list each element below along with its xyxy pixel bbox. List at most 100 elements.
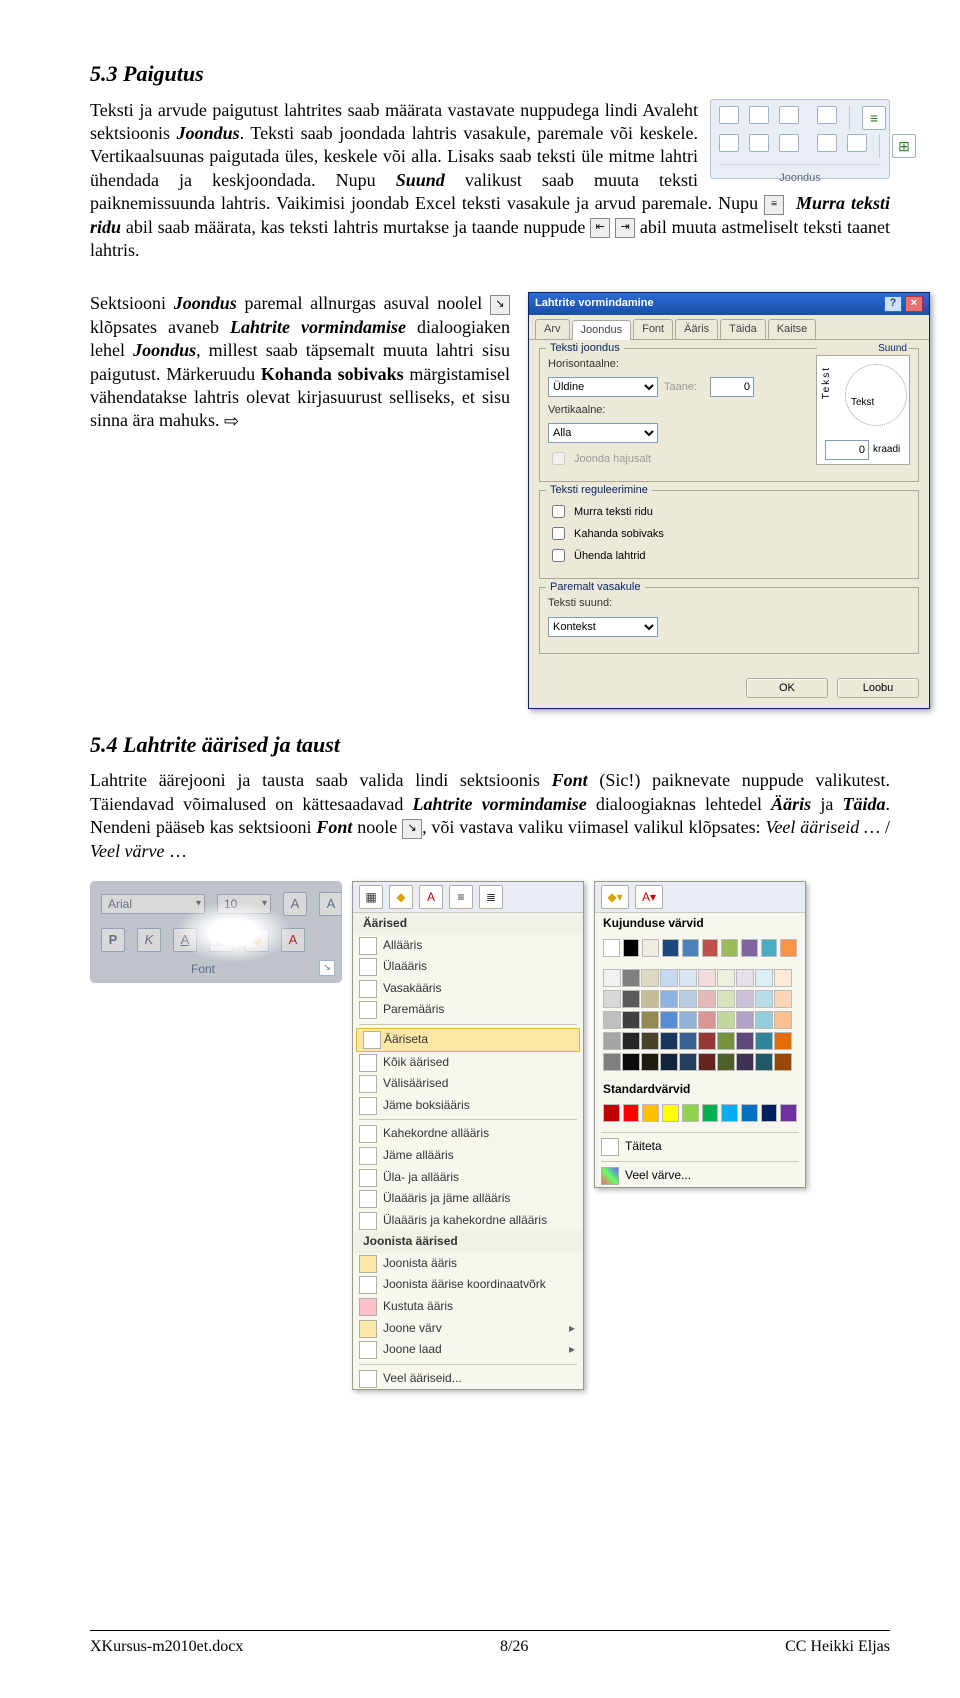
color-swatch[interactable] [755,1011,773,1029]
degrees-input[interactable] [825,440,869,460]
loobu-button[interactable]: Loobu [837,678,919,698]
color-swatch[interactable] [774,1053,792,1071]
help-icon[interactable]: ? [884,296,902,312]
menu-item[interactable]: Allääris [353,935,583,957]
color-swatch[interactable] [717,1011,735,1029]
no-fill-item[interactable]: Täiteta [595,1135,805,1159]
ok-button[interactable]: OK [746,678,828,698]
close-icon[interactable]: × [905,296,923,312]
color-swatch[interactable] [755,1053,773,1071]
menu-item[interactable]: Joonista ääris [353,1253,583,1275]
color-swatch[interactable] [755,969,773,987]
more-colors-item[interactable]: Veel värve... [595,1164,805,1188]
color-swatch[interactable] [679,1011,697,1029]
color-swatch[interactable] [702,939,719,957]
color-swatch[interactable] [698,1053,716,1071]
color-swatch[interactable] [679,969,697,987]
menu-item[interactable]: Vasakääris [353,978,583,1000]
select-teksti-suund[interactable]: Kontekst [548,617,658,637]
checkbox-uhenda[interactable] [552,549,565,562]
color-swatch[interactable] [660,969,678,987]
color-swatch[interactable] [736,1011,754,1029]
color-swatch[interactable] [721,1104,738,1122]
color-swatch[interactable] [660,1053,678,1071]
menu-item[interactable]: Kahekordne allääris [353,1123,583,1145]
color-swatch[interactable] [641,1011,659,1029]
select-horizontal[interactable]: Üldine [548,377,658,397]
tab-taida[interactable]: Täida [720,319,766,338]
color-swatch[interactable] [698,969,716,987]
menu-item[interactable]: Kõik äärised [353,1052,583,1074]
align-menu-icon-2[interactable]: ≣ [479,885,503,909]
menu-item-submenu[interactable]: Joone värv [353,1318,583,1340]
align-menu-icon[interactable]: ≡ [449,885,473,909]
menu-item[interactable]: Ülaääris ja jäme allääris [353,1188,583,1210]
menu-item[interactable]: Kustuta ääris [353,1296,583,1318]
color-swatch[interactable] [702,1104,719,1122]
select-vertical[interactable]: Alla [548,423,658,443]
menu-item[interactable]: Jäme allääris [353,1145,583,1167]
color-swatch[interactable] [622,990,640,1008]
color-swatch[interactable] [641,990,659,1008]
color-swatch[interactable] [641,1032,659,1050]
tab-kaitse[interactable]: Kaitse [768,319,817,338]
color-swatch[interactable] [622,1011,640,1029]
menu-item-hover[interactable]: Ääriseta [356,1028,580,1052]
menu-item-submenu[interactable]: Joone laad [353,1339,583,1361]
fontcolor-menu-icon[interactable]: A [419,885,443,909]
color-swatch[interactable] [682,1104,699,1122]
color-swatch[interactable] [679,1032,697,1050]
color-swatch[interactable] [698,1011,716,1029]
color-swatch[interactable] [603,969,621,987]
color-swatch[interactable] [717,1032,735,1050]
color-swatch[interactable] [774,1011,792,1029]
tab-font[interactable]: Font [633,319,673,338]
color-swatch[interactable] [741,1104,758,1122]
color-swatch[interactable] [622,969,640,987]
color-swatch[interactable] [736,969,754,987]
color-swatch[interactable] [761,939,778,957]
tab-aaris[interactable]: Ääris [675,319,718,338]
color-swatch[interactable] [603,1011,621,1029]
menu-item[interactable]: Ülaääris ja kahekordne allääris [353,1210,583,1232]
color-swatch[interactable] [774,969,792,987]
color-swatch[interactable] [679,1053,697,1071]
color-swatch[interactable] [780,939,797,957]
color-swatch[interactable] [741,939,758,957]
color-swatch[interactable] [717,969,735,987]
color-swatch[interactable] [623,939,640,957]
color-swatch[interactable] [641,969,659,987]
fill-split-icon[interactable]: ◆▾ [601,885,629,909]
fontcolor-split-icon[interactable]: A▾ [635,885,663,909]
color-swatch[interactable] [622,1032,640,1050]
color-swatch[interactable] [780,1104,797,1122]
color-swatch[interactable] [603,1104,620,1122]
checkbox-kahanda[interactable] [552,527,565,540]
color-swatch[interactable] [761,1104,778,1122]
color-swatch[interactable] [736,1032,754,1050]
color-swatch[interactable] [660,1032,678,1050]
color-swatch[interactable] [698,1032,716,1050]
orientation-widget[interactable]: Suund Tekst Tekst kraadi [816,355,910,465]
tab-arv[interactable]: Arv [535,319,570,338]
color-swatch[interactable] [662,939,679,957]
color-swatch[interactable] [698,990,716,1008]
menu-item[interactable]: Jäme boksiääris [353,1095,583,1117]
menu-item-more-borders[interactable]: Veel ääriseid... [353,1368,583,1390]
menu-item[interactable]: Ülaääris [353,956,583,978]
fill-menu-icon[interactable]: ◆ [389,885,413,909]
color-swatch[interactable] [717,1053,735,1071]
color-swatch[interactable] [603,990,621,1008]
color-swatch[interactable] [603,1053,621,1071]
color-swatch[interactable] [755,990,773,1008]
color-swatch[interactable] [660,990,678,1008]
color-swatch[interactable] [642,1104,659,1122]
color-swatch[interactable] [623,1104,640,1122]
color-swatch[interactable] [721,939,738,957]
color-swatch[interactable] [603,939,620,957]
color-swatch[interactable] [682,939,699,957]
color-swatch[interactable] [603,1032,621,1050]
font-dialog-launcher-icon[interactable]: ↘ [319,960,335,976]
color-swatch[interactable] [642,939,659,957]
tab-joondus[interactable]: Joondus [572,320,632,339]
